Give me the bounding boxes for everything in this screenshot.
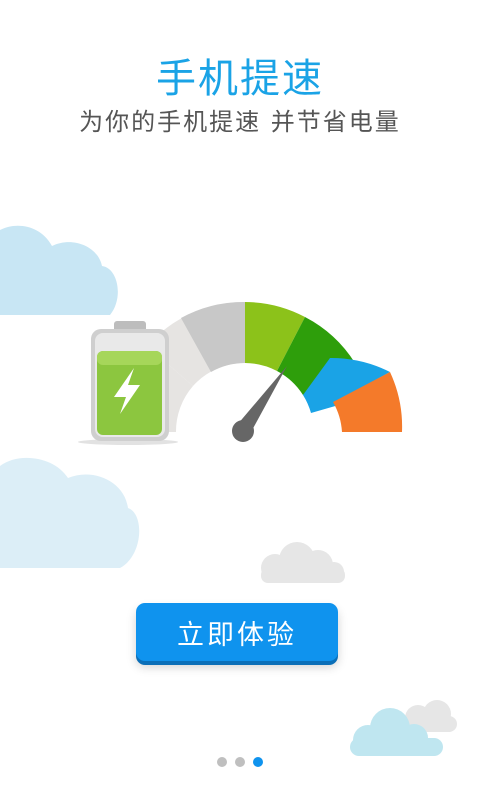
page-dot-3[interactable] (253, 757, 263, 767)
page-indicator (0, 757, 480, 767)
cloud-bottom-right (350, 700, 457, 756)
battery-icon (78, 321, 178, 445)
page-dot-1[interactable] (217, 757, 227, 767)
cloud-small-gray (261, 542, 345, 583)
cloud-left-top (0, 225, 118, 315)
page-title: 手机提速 (156, 56, 324, 102)
gauge-pivot (232, 420, 254, 442)
cloud-left-bottom (0, 457, 140, 568)
page-subtitle: 为你的手机提速 并节省电量 (79, 108, 401, 136)
page-dot-2[interactable] (235, 757, 245, 767)
try-now-button[interactable]: 立即体验 (136, 603, 338, 661)
